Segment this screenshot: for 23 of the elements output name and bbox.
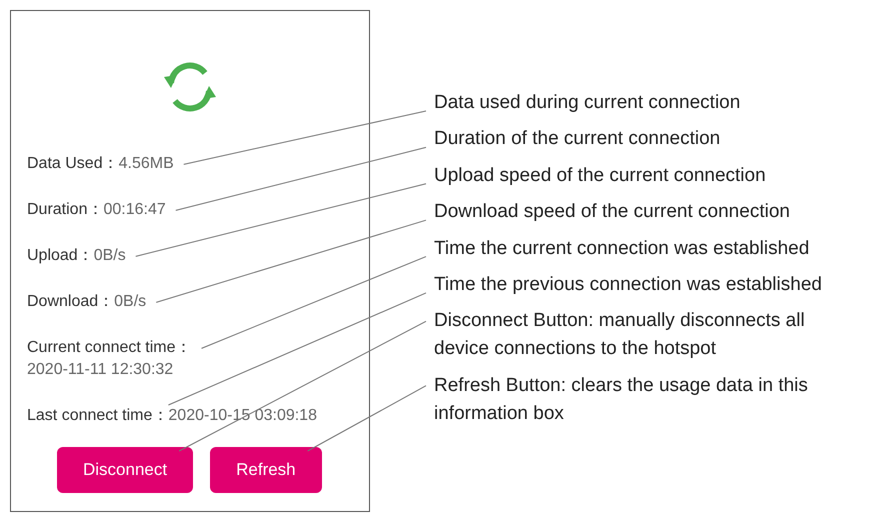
disconnect-button[interactable]: Disconnect bbox=[57, 447, 194, 493]
callout-text: Time the previous connection was established bbox=[434, 272, 823, 297]
field-label: Current connect time： bbox=[27, 339, 192, 356]
field-value: 4.56MB bbox=[118, 155, 174, 172]
field-value: 2020-11-11 12:30:32 bbox=[27, 361, 174, 378]
callout-text: Duration of the current connection bbox=[434, 127, 722, 152]
field-label: Last connect time： bbox=[27, 407, 168, 424]
field-label: Upload： bbox=[27, 247, 94, 264]
callout-text: Disconnect Button: manually disconnects all device connections to the hotspot bbox=[434, 309, 806, 362]
callout-text: Time the current connection was established bbox=[434, 236, 810, 261]
refresh-icon bbox=[161, 61, 219, 113]
callout-text: Upload speed of the current connection bbox=[434, 164, 767, 188]
field-value: 0B/s bbox=[94, 247, 126, 264]
field-value: 00:16:47 bbox=[103, 201, 166, 218]
field-label: Download： bbox=[27, 293, 114, 310]
callout-text: Data used during current connection bbox=[434, 91, 742, 115]
refresh-button[interactable]: Refresh bbox=[210, 447, 322, 493]
field-value: 0B/s bbox=[114, 293, 146, 310]
callout-text: Refresh Button: clears the usage data in this information box bbox=[434, 374, 809, 426]
callout-text: Download speed of the current connection bbox=[434, 200, 791, 224]
field-label: Data Used： bbox=[27, 155, 119, 172]
field-value: 2020-10-15 03:09:18 bbox=[168, 407, 317, 424]
field-label: Duration： bbox=[27, 201, 104, 218]
